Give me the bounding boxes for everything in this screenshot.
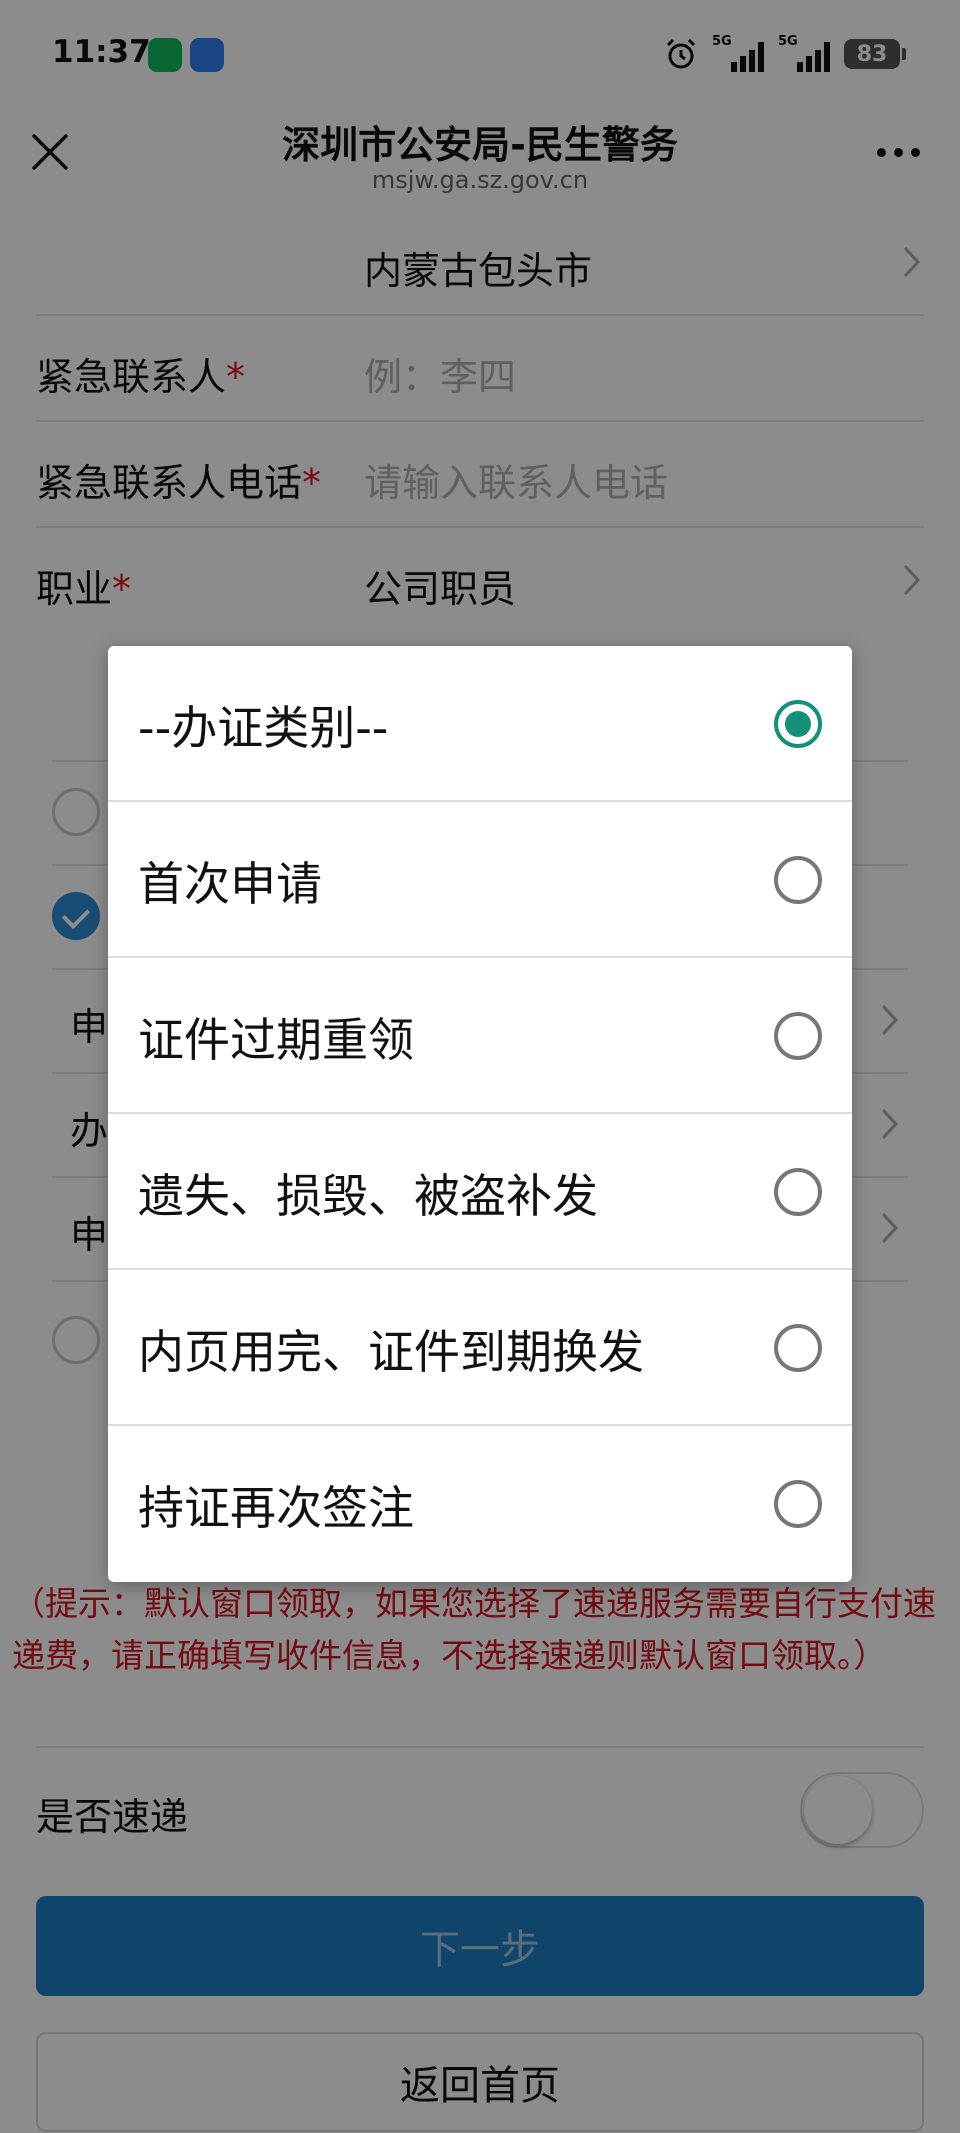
option-lost-replacement[interactable]: 遗失、损毁、被盗补发 [108, 1114, 852, 1270]
radio-selected-icon [774, 700, 822, 748]
option-label: --办证类别-- [138, 701, 389, 755]
option-expired-reissue[interactable]: 证件过期重领 [108, 958, 852, 1114]
option-label: 首次申请 [138, 857, 322, 911]
option-label: 持证再次签注 [138, 1481, 414, 1535]
radio-unselected-icon [774, 1480, 822, 1528]
radio-unselected-icon [774, 1168, 822, 1216]
radio-unselected-icon [774, 1324, 822, 1372]
option-first-application[interactable]: 首次申请 [108, 802, 852, 958]
radio-unselected-icon [774, 1012, 822, 1060]
option-label: 遗失、损毁、被盗补发 [138, 1169, 598, 1223]
certificate-type-dialog: --办证类别-- 首次申请 证件过期重领 遗失、损毁、被盗补发 内页用完、证件到… [108, 646, 852, 1582]
option-label: 证件过期重领 [138, 1013, 414, 1067]
option-re-endorsement[interactable]: 持证再次签注 [108, 1426, 852, 1582]
option-label: 内页用完、证件到期换发 [138, 1325, 644, 1379]
radio-unselected-icon [774, 856, 822, 904]
option-pages-full-renewal[interactable]: 内页用完、证件到期换发 [108, 1270, 852, 1426]
option-category-header[interactable]: --办证类别-- [108, 646, 852, 802]
